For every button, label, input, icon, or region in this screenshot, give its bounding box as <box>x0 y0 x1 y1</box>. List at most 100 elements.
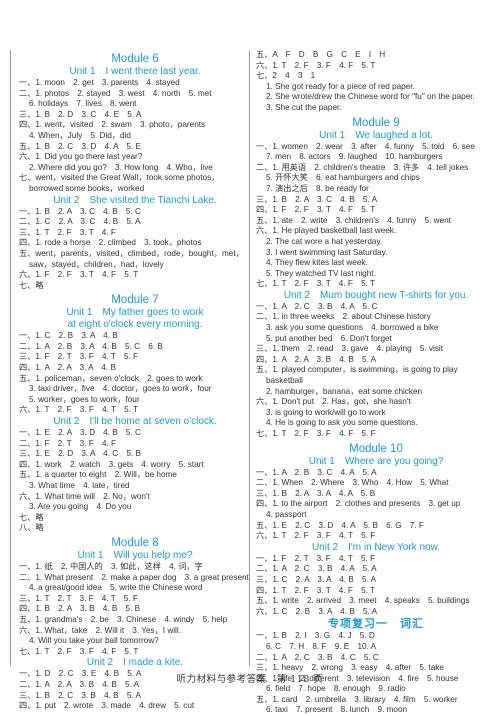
answer-line-continued: 4. Will you take your ball tomorrow? <box>29 636 159 646</box>
answer-line-continued: 3. is going to work/will go to work <box>266 407 386 417</box>
answer-line: 六、1. Did you go there last year? <box>19 152 143 162</box>
answer-line-continued: 5. 开怀大笑 6. eat hamburgers and chips <box>266 173 420 183</box>
answer-line: 三、1. F 2. T 3. F 4. T 5. F <box>19 352 139 362</box>
answer-line: 四、1. rode a horse 2. climbed 3. took，pho… <box>19 238 202 248</box>
answer-line-continued: 4. passport <box>266 509 307 519</box>
page-footer: 听力材料与参考答案 第 118 页 <box>176 674 324 685</box>
answer-line: 五、1. grandma's 2. be 3. Chinese 4. windy… <box>19 614 228 624</box>
answer-line: 六、1. C 2. B 3. A 4. B 5. A <box>256 606 378 616</box>
answer-line-continued: saw，stayed，children，had，lovely <box>29 259 164 269</box>
answer-line: 五、went，parents，visited，climbed，rode，boug… <box>19 248 244 258</box>
answer-line: 三、1. T 2. T 3. F 4. T 5. F <box>19 593 138 603</box>
answer-line-continued: 2. Where did you go? 3. How long 4. Who，… <box>29 162 213 172</box>
answer-line-continued: 1. She got ready for a piece of red pape… <box>266 81 415 91</box>
answer-line: 六、1. What，take 2. Will it 3. Yes，I will. <box>19 625 181 635</box>
answer-line: 一、1. B 2. I 3. G 4. J 5. D <box>256 631 375 641</box>
answer-line: 一、1. moon 2. get 3. parents 4. stayed <box>19 78 180 87</box>
answer-line: 三、1. C 2. A 3. A 4. B 5. A <box>256 574 377 584</box>
answer-line-continued: basketball <box>266 376 303 386</box>
answer-line-continued: 5. worker，goes to work，four <box>29 394 140 404</box>
answer-line-continued: 3. I went swimming last Saturday. <box>266 247 388 257</box>
answer-line: 六、1. T 2. F 3. F 4. T 5. F <box>256 531 376 541</box>
answer-line-continued: 4. When，July 5. Did，did <box>29 130 131 140</box>
answer-line-continued: 2. She wrote/drew the Chinese word for "… <box>266 92 475 102</box>
unit-heading: Unit 1 My father goes to work <box>66 307 204 319</box>
unit-heading: Unit 1 We laughed a lot. <box>319 129 433 141</box>
answer-line: 六、1. T 2. F 3. F 4. T 5. T <box>19 405 139 415</box>
answer-line: 五、1. played computer，is swimming，is goin… <box>256 365 458 375</box>
unit-heading: at eight o'clock every morning. <box>67 319 203 331</box>
unit-heading: Unit 1 Will you help me? <box>77 549 193 561</box>
answer-line-continued: 4. a great/good idea 5. write the Chines… <box>29 583 203 593</box>
answer-line: 二、1. in three weeks 2. about Chinese his… <box>256 312 431 322</box>
answer-line: 五、1. E 2. C 3. D 4. A 5. B 6. G 7. F <box>256 520 424 530</box>
answer-line-continued: 4. He is going to ask you some questions… <box>266 418 418 428</box>
answer-line: 一、1. F 2. T 3. F 4. T 5. F <box>256 553 376 563</box>
answer-line: 六、1. F 2. F 3. T 4. F 5. T <box>19 270 139 280</box>
module-heading: Module 10 <box>349 442 403 455</box>
answer-line: 三、1. B 2. D 3. C 4. E 5. A <box>19 109 142 119</box>
answer-line: 四、1. A 2. A 3. A 4. B <box>19 363 116 373</box>
answer-line-continued: 3. What time 4. late，tired <box>29 481 130 490</box>
answer-line: 四、1. put 2. wrote 3. made 4. drew 5. cut <box>19 701 195 711</box>
answer-line-continued: 4. They flew kites last week. <box>266 258 368 268</box>
answer-line: 五、A F D B G C E I H <box>256 50 386 59</box>
answer-line: 二、1. A 2. C 3. B 4. C 5. C <box>256 652 379 662</box>
answer-line: 五、1. a quarter to eight 2. Will，be home <box>19 470 177 480</box>
answer-line: 六、1. T 2. F 3. F 4. F 5. T <box>256 60 376 70</box>
unit-heading: Unit 2 I'll be home at seven o'clock. <box>53 416 217 428</box>
answer-line: 二、1. What present 2. make a paper dog 3.… <box>19 572 249 582</box>
unit-heading: Unit 2 She visited the Tianchi Lake. <box>53 194 217 206</box>
answer-line: 三、1. T 2. F 3. T 4. F <box>19 227 116 237</box>
answer-line-continued: 6. holidays 7. lives 8. went <box>29 99 137 109</box>
answer-line-continued: 3. ask you some questions 4. borrowed a … <box>266 323 439 333</box>
left-column: Module 6 Unit 1 I went there last year. 一、… <box>10 50 251 710</box>
right-column: 五、A F D B G C E I H 六、1. T 2. F 3. F 4. F… <box>249 50 496 714</box>
answer-line: 三、1. B 2. A 3. A 4. A 5. B <box>256 488 376 498</box>
answer-line: 四、1. to the airport 2. clothes and prese… <box>256 499 461 509</box>
answer-line: 一、1. women 2. wear 3. after 4. funny 5. … <box>256 141 475 151</box>
answer-line: 二、1. 用英语 2. children's theatre 3. 许多 4. … <box>256 162 469 172</box>
answer-line-continued: 3. She cut the paper. <box>266 102 342 112</box>
answer-line: 五、1. policeman，seven o'clock 2. goes to … <box>19 373 203 383</box>
answer-line: 三、1. E 2. D 3. A 4. C 5. B <box>19 449 141 459</box>
unit-heading: Unit 2 I made a kite. <box>86 657 184 669</box>
answer-key-page: Module 6 Unit 1 I went there last year. 一、… <box>0 0 500 714</box>
answer-line: 一、1. A 2. B 3. C 4. A 5. A <box>256 467 377 477</box>
answer-line-continued: 5. They watched TV last night. <box>266 268 376 278</box>
review-heading: 专项复习一 词汇 <box>328 618 424 631</box>
answer-line-continued: 3. Are you going 4. Do you <box>29 502 132 512</box>
module-heading: Module 7 <box>111 294 159 307</box>
answer-line: 七、went，visited the Great Wall，took some … <box>19 173 220 183</box>
answer-line: 七、2 4 3 1 <box>256 71 316 81</box>
answer-line-continued: 7. 演出之后 8. be ready for <box>266 183 369 193</box>
answer-line: 一、1. 纸 2. 中国人的 3. 如此，这样 4. 词，字 <box>19 561 203 571</box>
unit-heading: Unit 1 Where are you going? <box>308 455 444 467</box>
answer-line: 四、1. work 2. watch 3. gets 4. worry 5. s… <box>19 459 204 469</box>
answer-line: 三、1. B 2. A 3. C 4. B 5. A <box>256 194 378 204</box>
answer-line: 八、略 <box>19 523 44 533</box>
answer-line: 二、1. When 2. Where 3. Who 4. How 5. What <box>256 478 449 488</box>
answer-line: 四、1. F 2. F 3. T 4. F 5. T <box>256 205 376 215</box>
module-heading: Module 6 <box>111 53 159 65</box>
answer-line-continued: borrowed some books，worked <box>29 183 145 193</box>
answer-line: 二、1. A 2. B 3. A 4. B 5. C 6. B <box>19 341 163 351</box>
answer-line: 七、1. T 2. F 3. T 4. F 5. T <box>256 279 376 289</box>
answer-line: 一、1. C 2. B 3. A 4. B <box>19 331 118 341</box>
answer-line: 二、1. C 2. A 3. C 4. B 5. A <box>19 217 141 227</box>
answer-line: 五、1. B 2. C 3. D 4. A 5. E <box>19 141 141 151</box>
answer-line-continued: 6. taxi 7. present 8. lunch 9. moon <box>266 705 408 715</box>
answer-line: 六、1. What time will 2. No，won't <box>19 491 150 501</box>
answer-line: 七、略 <box>19 512 44 522</box>
answer-line: 二、1. photos 2. stayed 3. west 4. north 5… <box>19 88 212 98</box>
answer-line: 四、1. B 2. A 3. B 4. B 5. B <box>19 604 141 614</box>
answer-line: 六、1. He played basketball last week. <box>256 226 397 236</box>
answer-line-continued: 6. field 7. hope 8. enough 9. radio <box>266 684 406 694</box>
unit-heading: Unit 2 Mum bought new T-shirts for you. <box>283 289 469 301</box>
answer-line: 七、略 <box>19 280 44 290</box>
answer-line-continued: 7. men 8. actors 9. laughed 10. hamburge… <box>266 152 443 162</box>
unit-heading: Unit 1 I went there last year. <box>69 66 201 77</box>
answer-line-continued: 6. C 7. H 8. F 9. E 10. A <box>266 641 377 651</box>
answer-line: 一、1. E 2. A 3. D 4. B 5. C <box>19 428 141 438</box>
answer-line-continued: 5. put another bed 6. Don't forget <box>266 333 392 343</box>
